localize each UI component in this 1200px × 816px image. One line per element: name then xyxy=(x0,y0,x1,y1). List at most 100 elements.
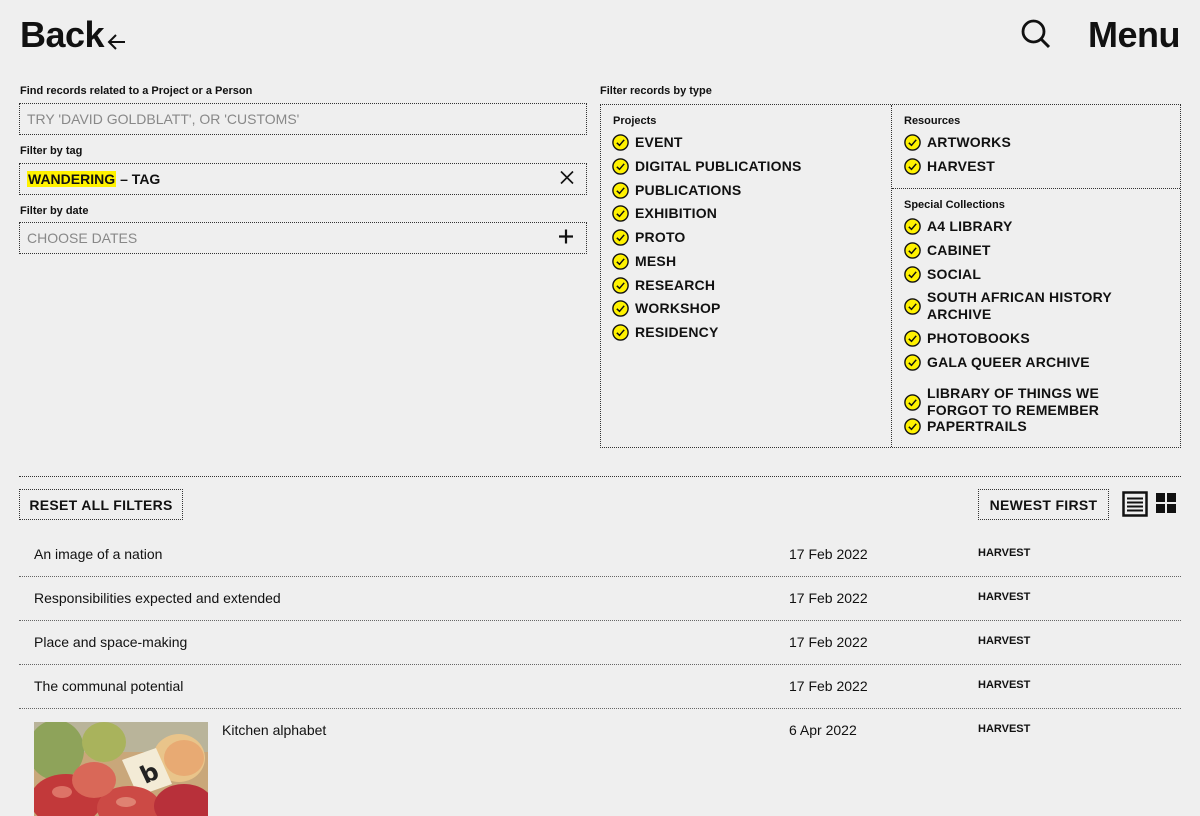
type-option-research[interactable]: RESEARCH xyxy=(612,277,715,294)
check-circle-icon xyxy=(904,297,921,315)
related-search-placeholder: TRY 'DAVID GOLDBLATT', OR 'CUSTOMS' xyxy=(27,111,300,127)
check-circle-icon xyxy=(904,134,921,151)
special-collections-heading: Special Collections xyxy=(904,199,1005,211)
back-link[interactable]: Back xyxy=(20,14,128,62)
type-option-label: RESEARCH xyxy=(635,277,716,293)
type-option-label: PHOTOBOOKS xyxy=(927,330,1030,346)
type-option-label: HARVEST xyxy=(927,158,996,174)
type-option-photobooks[interactable]: PHOTOBOOKS xyxy=(904,330,1030,347)
plus-icon[interactable] xyxy=(558,229,574,248)
check-circle-icon xyxy=(612,229,629,246)
type-option-label: CABINET xyxy=(927,242,991,258)
check-circle-icon xyxy=(612,253,629,270)
record-title[interactable]: Place and space-making xyxy=(34,634,187,650)
type-filter-label: Filter records by type xyxy=(600,85,712,97)
check-circle-icon xyxy=(904,354,921,371)
record-thumbnail-image[interactable]: b xyxy=(34,722,208,816)
record-type-badge[interactable]: HARVEST xyxy=(978,591,1030,603)
grid-view-icon[interactable] xyxy=(1156,493,1177,519)
type-option-label: A4 LIBRARY xyxy=(927,218,1013,234)
type-option-proto[interactable]: PROTO xyxy=(612,229,686,246)
top-bar: Back Menu xyxy=(0,0,1200,72)
type-option-south-african-history-archive[interactable]: SOUTH AFRICAN HISTORY ARCHIVE xyxy=(904,289,1127,323)
type-option-residency[interactable]: RESIDENCY xyxy=(612,324,718,341)
sort-order-label: NEWEST FIRST xyxy=(989,496,1098,513)
projects-column: Projects EVENT DIGITAL PUBLICATIONS PUBLIC… xyxy=(601,105,892,447)
close-icon[interactable] xyxy=(560,170,574,188)
record-separator xyxy=(19,576,1181,577)
tag-filter-field[interactable]: WANDERING – TAG xyxy=(19,163,587,195)
search-icon[interactable] xyxy=(1020,18,1052,50)
type-option-label: RESIDENCY xyxy=(635,324,719,340)
check-circle-icon xyxy=(904,218,921,235)
type-option-cabinet[interactable]: CABINET xyxy=(904,242,991,259)
back-label: Back xyxy=(20,14,105,55)
type-option-event[interactable]: EVENT xyxy=(612,134,683,151)
type-option-label: LIBRARY OF THINGS WE FORGOT TO REMEMBER xyxy=(927,385,1100,418)
type-option-label: ARTWORKS xyxy=(927,134,1012,150)
check-circle-icon xyxy=(612,134,629,151)
type-option-social[interactable]: SOCIAL xyxy=(904,266,981,283)
resources-column: Resources ARTWORKS HARVEST Special Collec… xyxy=(892,105,1180,447)
reset-filters-label: RESET ALL FILTERS xyxy=(29,496,173,513)
type-option-label: EVENT xyxy=(635,134,683,150)
list-view-icon[interactable] xyxy=(1122,491,1148,522)
check-circle-icon xyxy=(904,242,921,259)
check-circle-icon xyxy=(612,158,629,175)
type-option-gala-queer-archive[interactable]: GALA QUEER ARCHIVE xyxy=(904,354,1090,371)
check-circle-icon xyxy=(904,330,921,347)
record-separator xyxy=(19,620,1181,621)
type-option-label: WORKSHOP xyxy=(635,300,721,316)
type-option-label: PAPERTRAILS xyxy=(927,418,1027,434)
type-filter-panel: Projects EVENT DIGITAL PUBLICATIONS PUBLIC… xyxy=(600,104,1181,448)
type-option-label: SOCIAL xyxy=(927,266,982,282)
record-separator xyxy=(19,708,1181,709)
date-filter-field[interactable]: CHOOSE DATES xyxy=(19,222,587,254)
type-option-workshop[interactable]: WORKSHOP xyxy=(612,300,721,317)
section-divider xyxy=(19,476,1181,477)
type-option-label: MESH xyxy=(635,253,677,269)
record-separator xyxy=(19,664,1181,665)
type-option-a4-library[interactable]: A4 LIBRARY xyxy=(904,218,1013,235)
related-search-input[interactable]: TRY 'DAVID GOLDBLATT', OR 'CUSTOMS' xyxy=(19,103,587,135)
check-circle-icon xyxy=(904,418,921,435)
type-option-publications[interactable]: PUBLICATIONS xyxy=(612,182,741,199)
type-option-harvest[interactable]: HARVEST xyxy=(904,158,995,175)
type-option-exhibition[interactable]: EXHIBITION xyxy=(612,205,717,222)
check-circle-icon xyxy=(904,158,921,175)
type-option-label: DIGITAL PUBLICATIONS xyxy=(635,158,802,174)
related-filter-label: Find records related to a Project or a P… xyxy=(20,85,253,97)
tag-suffix: – TAG xyxy=(120,171,161,187)
date-placeholder: CHOOSE DATES xyxy=(27,230,138,246)
record-title[interactable]: Kitchen alphabet xyxy=(222,722,326,738)
check-circle-icon xyxy=(904,266,921,283)
check-circle-icon xyxy=(612,300,629,317)
record-title[interactable]: Responsibilities expected and extended xyxy=(34,590,281,606)
record-date: 6 Apr 2022 xyxy=(789,722,857,738)
reset-filters-button[interactable]: RESET ALL FILTERS xyxy=(19,489,183,520)
type-option-digital-publications[interactable]: DIGITAL PUBLICATIONS xyxy=(612,158,802,175)
date-filter-label: Filter by date xyxy=(20,205,89,217)
record-type-badge[interactable]: HARVEST xyxy=(978,547,1030,559)
record-type-badge[interactable]: HARVEST xyxy=(978,635,1030,647)
type-option-artworks[interactable]: ARTWORKS xyxy=(904,134,1011,151)
record-date: 17 Feb 2022 xyxy=(789,678,868,694)
type-option-mesh[interactable]: MESH xyxy=(612,253,676,270)
type-option-label: SOUTH AFRICAN HISTORY ARCHIVE xyxy=(927,289,1112,322)
record-date: 17 Feb 2022 xyxy=(789,546,868,562)
record-type-badge[interactable]: HARVEST xyxy=(978,679,1030,691)
check-circle-icon xyxy=(612,205,629,222)
record-title[interactable]: The communal potential xyxy=(34,678,183,694)
type-option-label: PROTO xyxy=(635,229,686,245)
resources-heading: Resources xyxy=(904,115,961,127)
type-option-library-of-things-we-forgot-to-remember[interactable]: LIBRARY OF THINGS WE FORGOT TO REMEMBER xyxy=(904,385,1127,419)
record-title[interactable]: An image of a nation xyxy=(34,546,162,562)
check-circle-icon xyxy=(612,324,629,341)
record-date: 17 Feb 2022 xyxy=(789,590,868,606)
resources-section: Resources ARTWORKS HARVEST xyxy=(892,105,1180,189)
tag-filter-label: Filter by tag xyxy=(20,145,83,157)
type-option-papertrails[interactable]: PAPERTRAILS xyxy=(904,418,1027,435)
sort-order-button[interactable]: NEWEST FIRST xyxy=(978,489,1109,520)
record-type-badge[interactable]: HARVEST xyxy=(978,723,1030,735)
menu-button[interactable]: Menu xyxy=(1088,14,1181,56)
